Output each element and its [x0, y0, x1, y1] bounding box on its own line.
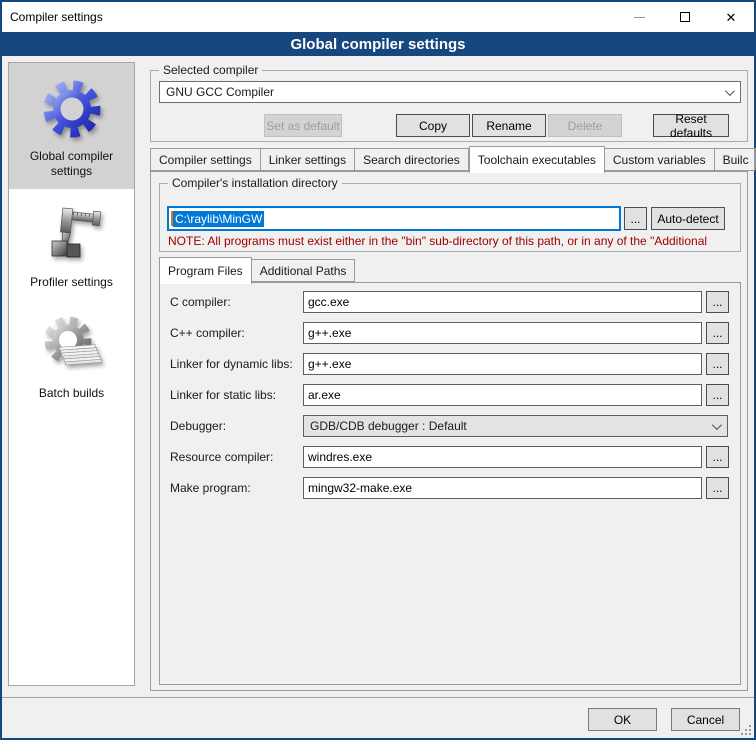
field-label: C++ compiler: — [170, 322, 245, 344]
maximize-button[interactable] — [662, 2, 708, 32]
debugger-select-value: GDB/CDB debugger : Default — [310, 419, 467, 433]
sidebar-item-label: Global compiler settings — [9, 147, 134, 189]
make-program-input[interactable] — [303, 477, 702, 499]
field-label: Linker for static libs: — [170, 384, 276, 406]
sidebar-item-label: Profiler settings — [9, 273, 134, 300]
c-compiler-input[interactable] — [303, 291, 702, 313]
compiler-select[interactable]: GNU GCC Compiler — [159, 81, 741, 103]
set-as-default-button[interactable]: Set as default — [264, 114, 342, 137]
field-label: Resource compiler: — [170, 446, 273, 468]
installation-directory-group: Compiler's installation directory C:\ray… — [159, 183, 741, 252]
resize-grip[interactable] — [741, 725, 751, 735]
tab-search-directories[interactable]: Search directories — [355, 148, 469, 171]
subtab-program-files[interactable]: Program Files — [159, 257, 252, 284]
toolchain-executables-panel: Compiler's installation directory C:\ray… — [150, 171, 748, 691]
resource-compiler-browse-button[interactable]: ... — [706, 446, 729, 468]
linker-dynamic-input[interactable] — [303, 353, 702, 375]
titlebar: Compiler settings ✕ — [2, 2, 754, 32]
reset-defaults-button[interactable]: Reset defaults — [653, 114, 729, 137]
program-files-panel: C compiler: ... C++ compiler: ... Linker… — [159, 282, 741, 685]
close-button[interactable]: ✕ — [708, 2, 754, 32]
cpp-compiler-browse-button[interactable]: ... — [706, 322, 729, 344]
gear-paper-stack-icon — [9, 308, 134, 384]
tab-linker-settings[interactable]: Linker settings — [261, 148, 355, 171]
installation-directory-value: C:\raylib\MinGW — [173, 211, 264, 227]
field-row-linker-dynamic: Linker for dynamic libs: ... — [160, 353, 740, 375]
c-compiler-browse-button[interactable]: ... — [706, 291, 729, 313]
window-title: Compiler settings — [2, 10, 103, 24]
cpp-compiler-input[interactable] — [303, 322, 702, 344]
dialog-banner: Global compiler settings — [2, 32, 754, 56]
tab-custom-variables[interactable]: Custom variables — [605, 148, 715, 171]
field-row-debugger: Debugger: GDB/CDB debugger : Default — [160, 415, 740, 437]
maximize-icon — [680, 12, 690, 22]
sidebar-item-profiler-settings[interactable]: Profiler settings — [9, 189, 134, 300]
field-row-resource-compiler: Resource compiler: ... — [160, 446, 740, 468]
selected-compiler-group: Selected compiler GNU GCC Compiler Set a… — [150, 70, 748, 142]
minimize-icon — [634, 17, 645, 18]
field-row-linker-static: Linker for static libs: ... — [160, 384, 740, 406]
rename-button[interactable]: Rename — [472, 114, 546, 137]
tab-build-options-clipped[interactable]: Builc — [715, 148, 755, 171]
resource-compiler-input[interactable] — [303, 446, 702, 468]
banner-title: Global compiler settings — [290, 36, 465, 53]
field-label: C compiler: — [170, 291, 231, 313]
main-tabbar: Compiler settings Linker settings Search… — [150, 148, 756, 171]
compiler-select-value: GNU GCC Compiler — [166, 85, 274, 99]
field-row-cpp-compiler: C++ compiler: ... — [160, 322, 740, 344]
chevron-down-icon — [712, 420, 722, 430]
tab-toolchain-executables[interactable]: Toolchain executables — [469, 146, 605, 173]
linker-dynamic-browse-button[interactable]: ... — [706, 353, 729, 375]
subtab-additional-paths[interactable]: Additional Paths — [252, 259, 356, 282]
field-label: Make program: — [170, 477, 251, 499]
delete-button[interactable]: Delete — [548, 114, 622, 137]
close-icon: ✕ — [726, 11, 737, 24]
chevron-down-icon — [725, 86, 735, 96]
gear-blue-icon — [9, 71, 134, 147]
program-files-tabbar: Program Files Additional Paths — [159, 259, 355, 282]
tab-compiler-settings[interactable]: Compiler settings — [150, 148, 261, 171]
ok-button[interactable]: OK — [588, 708, 657, 731]
sidebar-item-label: Batch builds — [9, 384, 134, 411]
minimize-button[interactable] — [616, 2, 662, 32]
settings-sidebar: Global compiler settings — [8, 62, 135, 686]
footer-separator — [2, 697, 754, 698]
linker-static-input[interactable] — [303, 384, 702, 406]
copy-button[interactable]: Copy — [396, 114, 470, 137]
caption-buttons: ✕ — [616, 2, 754, 32]
sidebar-item-global-compiler-settings[interactable]: Global compiler settings — [9, 63, 134, 189]
make-program-browse-button[interactable]: ... — [706, 477, 729, 499]
auto-detect-button[interactable]: Auto-detect — [651, 207, 725, 230]
caliper-icon — [9, 197, 134, 273]
field-label: Linker for dynamic libs: — [170, 353, 293, 375]
sidebar-item-batch-builds[interactable]: Batch builds — [9, 300, 134, 411]
field-row-c-compiler: C compiler: ... — [160, 291, 740, 313]
installation-note: NOTE: All programs must exist either in … — [168, 234, 740, 248]
installation-directory-input[interactable]: C:\raylib\MinGW — [168, 207, 620, 230]
linker-static-browse-button[interactable]: ... — [706, 384, 729, 406]
field-row-make-program: Make program: ... — [160, 477, 740, 499]
installation-directory-legend: Compiler's installation directory — [168, 176, 342, 190]
browse-directory-button[interactable]: ... — [624, 207, 647, 230]
debugger-select[interactable]: GDB/CDB debugger : Default — [303, 415, 728, 437]
cancel-button[interactable]: Cancel — [671, 708, 740, 731]
field-label: Debugger: — [170, 415, 226, 437]
selected-compiler-legend: Selected compiler — [159, 63, 262, 77]
